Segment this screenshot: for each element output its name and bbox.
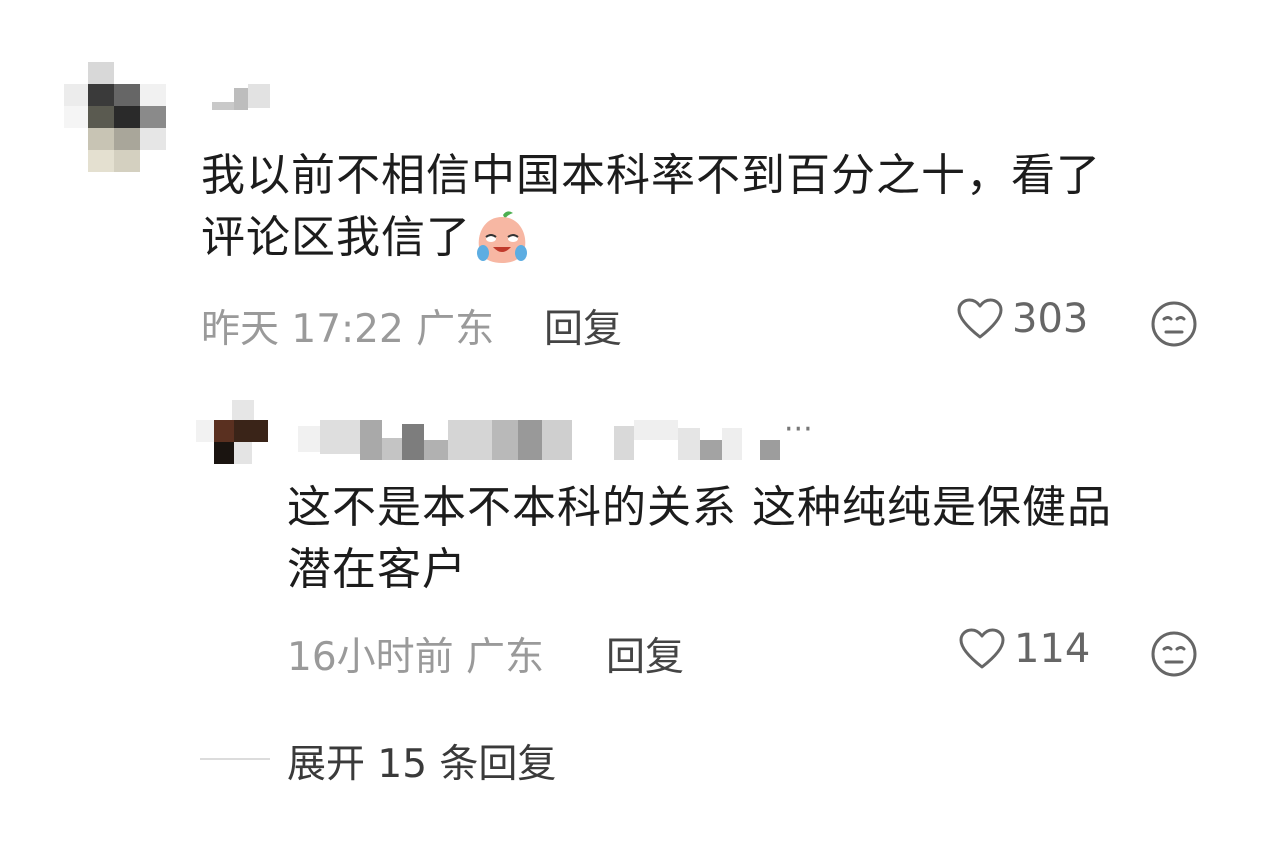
reply-button[interactable]: 回复 <box>544 298 622 354</box>
username[interactable] <box>212 84 272 112</box>
expand-replies-button[interactable]: 展开 15 条回复 <box>287 733 556 789</box>
reply-text: 这不是本不本科的关系 这种纯纯是保健品 潜在客户 <box>287 477 1207 601</box>
comment-text-line: 评论区我信了 <box>201 207 1201 269</box>
comment-time-location: 昨天 17:22 广东 <box>201 307 495 352</box>
heart-outline-icon <box>959 628 1005 669</box>
neutral-face-icon[interactable] <box>1150 300 1198 348</box>
comment-text: 我以前不相信中国本科率不到百分之十，看了 评论区我信了 <box>201 145 1201 269</box>
laughing-crying-peach-emoji <box>477 211 527 263</box>
reply-text-line: 潜在客户 <box>287 544 467 595</box>
reply-avatar[interactable] <box>196 400 272 468</box>
reply-like-button[interactable]: 114 <box>958 626 1090 672</box>
reply-reply-button[interactable]: 回复 <box>606 626 684 682</box>
like-count: 114 <box>1014 626 1091 672</box>
reply-username-ellipsis: ··· <box>784 412 813 447</box>
comment-text-line: 我以前不相信中国本科率不到百分之十，看了 <box>201 150 1101 201</box>
neutral-face-icon[interactable] <box>1150 630 1198 678</box>
avatar[interactable] <box>64 62 168 178</box>
like-button[interactable]: 303 <box>956 296 1088 342</box>
expand-divider <box>200 758 270 760</box>
heart-outline-icon <box>957 298 1003 339</box>
like-count: 303 <box>1012 296 1089 342</box>
reply-username[interactable] <box>298 420 788 462</box>
reply-time-location: 16小时前 广东 <box>287 635 545 680</box>
reply-text-line: 这不是本不本科的关系 这种纯纯是保健品 <box>287 482 1112 533</box>
